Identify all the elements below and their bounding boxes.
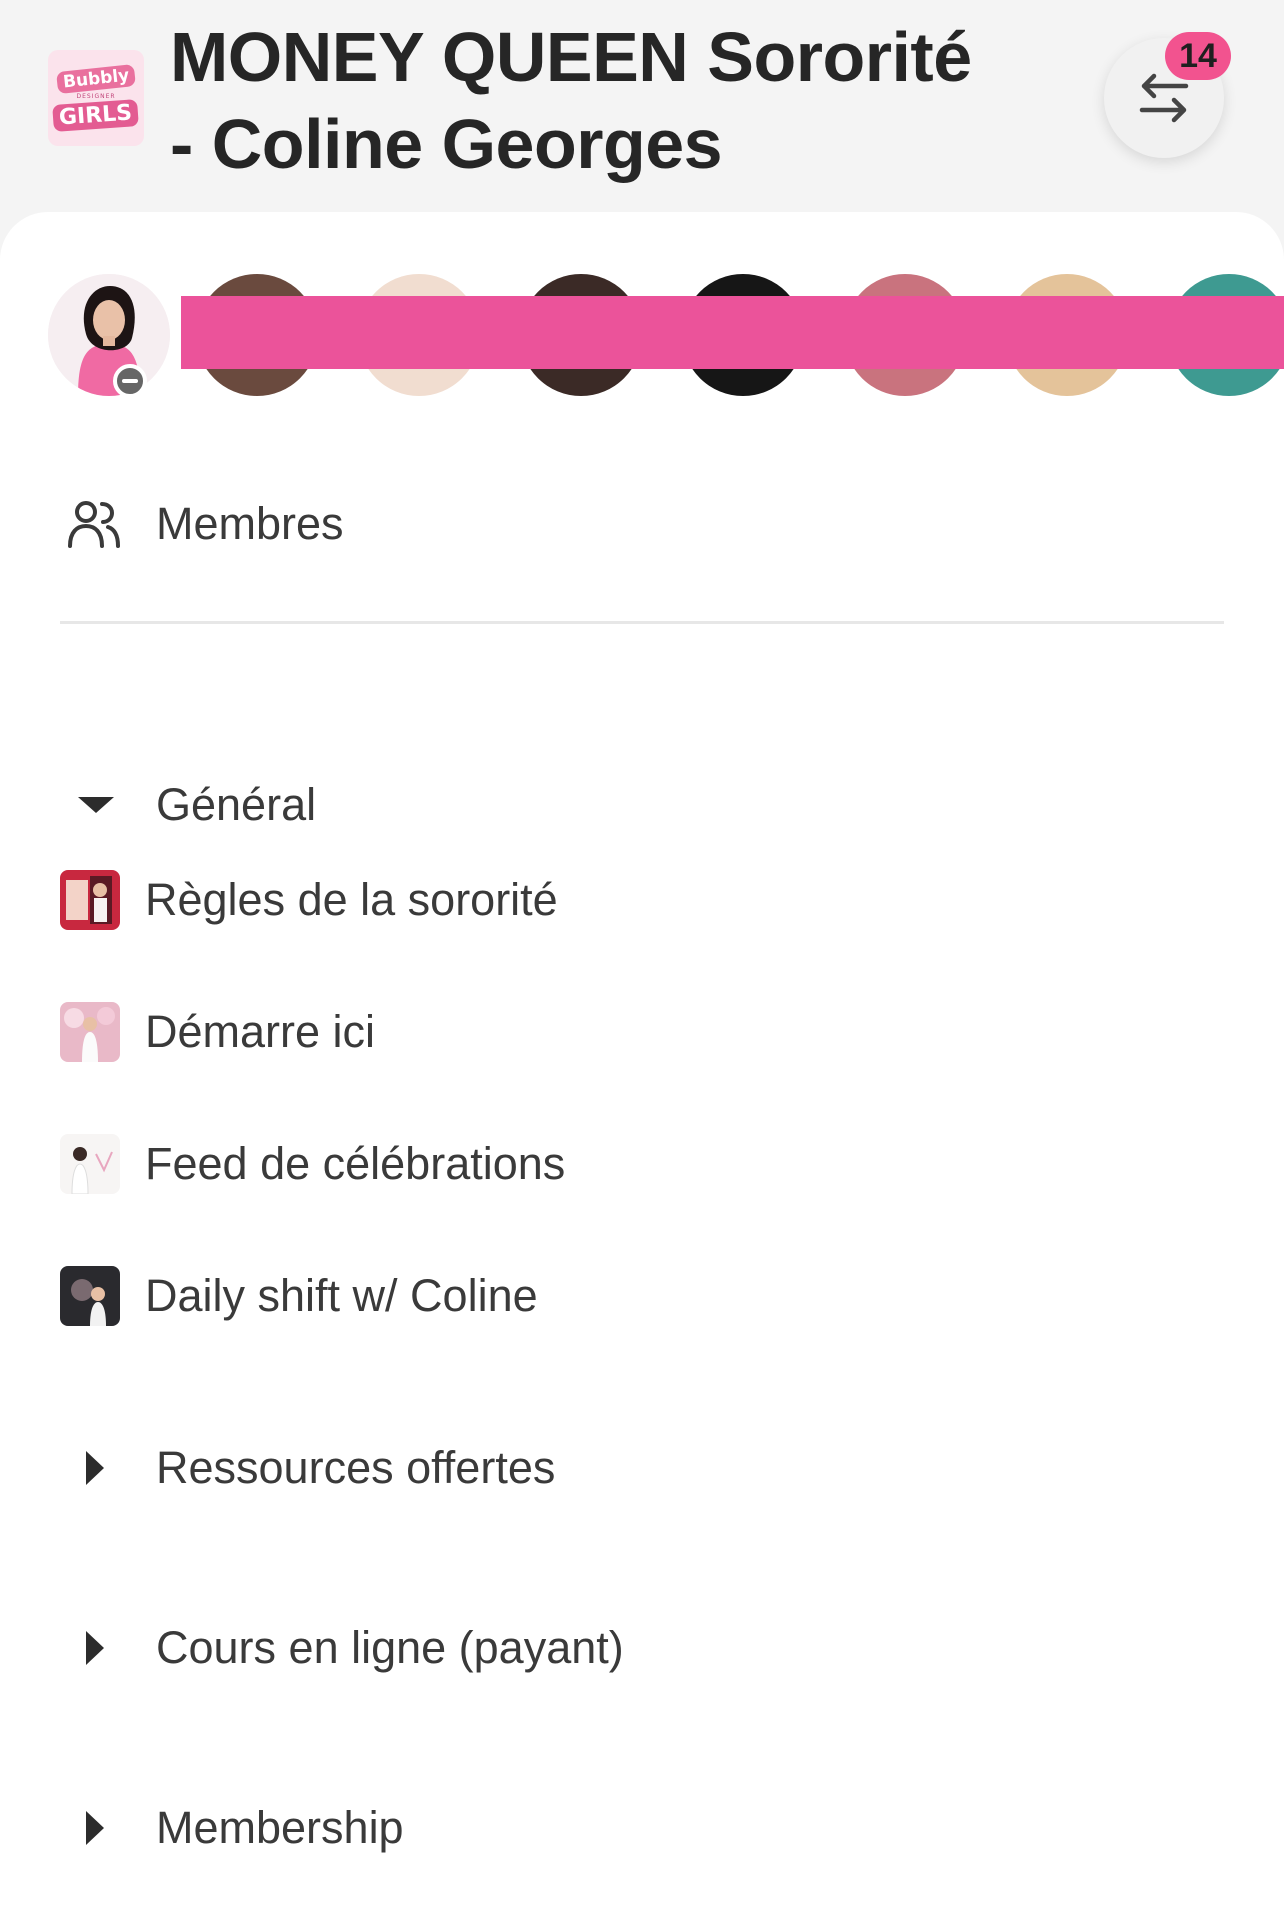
app-screen: Bubbly DESIGNER GIRLS MONEY QUEEN Sorori… [0, 0, 1284, 1929]
members-label: Membres [156, 498, 344, 549]
caret-right-icon [86, 1451, 104, 1485]
section-label: Ressources offertes [156, 1442, 556, 1493]
section-membership[interactable]: Membership [72, 1788, 404, 1868]
caret-right-icon [86, 1631, 104, 1665]
community-title: MONEY QUEEN Sororité - Coline Georges [170, 14, 1050, 188]
community-logo[interactable]: Bubbly DESIGNER GIRLS [48, 50, 144, 146]
channel-daily-shift[interactable]: Daily shift w/ Coline [60, 1265, 538, 1327]
channel-thumbnail [60, 1002, 120, 1062]
channel-label: Feed de célébrations [145, 1138, 566, 1189]
channel-label: Règles de la sororité [145, 874, 558, 925]
caret-down-icon [78, 797, 114, 813]
channel-thumbnail [60, 1134, 120, 1194]
section-label: Cours en ligne (payant) [156, 1622, 624, 1673]
section-label: Membership [156, 1802, 404, 1853]
title-line-2: - Coline Georges [170, 105, 723, 183]
channel-feed-celebrations[interactable]: Feed de célébrations [60, 1133, 565, 1195]
logo-text-mid: DESIGNER [76, 92, 116, 100]
section-ressources[interactable]: Ressources offertes [72, 1428, 555, 1508]
title-line-1: MONEY QUEEN Sororité [170, 18, 972, 96]
logo-text-bottom: GIRLS [52, 98, 140, 132]
caret-right-icon [86, 1811, 104, 1845]
section-label: Général [156, 779, 317, 830]
my-avatar[interactable] [48, 274, 170, 396]
channel-demarre[interactable]: Démarre ici [60, 1001, 375, 1063]
channel-thumbnail [60, 870, 120, 930]
members-icon [68, 501, 120, 548]
members-link[interactable]: Membres [66, 474, 344, 574]
channel-label: Démarre ici [145, 1006, 376, 1057]
status-indicator [113, 364, 147, 398]
online-members-strip[interactable] [0, 274, 1284, 404]
logo-text-top: Bubbly [55, 63, 137, 94]
divider [60, 621, 1224, 624]
section-cours[interactable]: Cours en ligne (payant) [72, 1608, 624, 1688]
notification-badge: 14 [1165, 32, 1231, 80]
channel-regles[interactable]: Règles de la sororité [60, 869, 558, 931]
profile-photo [48, 274, 170, 396]
channel-thumbnail [60, 1266, 120, 1326]
section-general[interactable]: Général [72, 765, 316, 845]
header: Bubbly DESIGNER GIRLS MONEY QUEEN Sorori… [0, 0, 1284, 215]
channel-label: Daily shift w/ Coline [145, 1270, 538, 1321]
sidebar-panel: Membres Général Règles de la sororité Dé… [0, 212, 1284, 1929]
redaction-bar [181, 296, 1284, 369]
